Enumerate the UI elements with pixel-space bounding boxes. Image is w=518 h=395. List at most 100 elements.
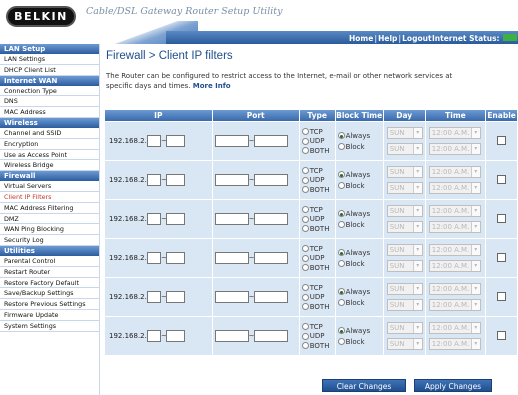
sidebar-item-dhcp-client-list[interactable]: DHCP Client List xyxy=(0,65,99,76)
sidebar-item-mac-address[interactable]: MAC Address xyxy=(0,107,99,118)
ip-end-input[interactable] xyxy=(166,135,185,147)
more-info-link[interactable]: More Info xyxy=(193,82,231,90)
type-option-tcp[interactable]: TCP xyxy=(301,205,335,215)
chevron-down-icon[interactable]: ▾ xyxy=(470,206,480,216)
time-start-select[interactable]: 12:00 A.M. ▾ xyxy=(428,283,481,295)
chevron-down-icon[interactable]: ▾ xyxy=(470,261,480,271)
day-start-select[interactable]: SUN ▾ xyxy=(386,205,423,217)
chevron-down-icon[interactable]: ▾ xyxy=(412,245,422,255)
block-option-block[interactable]: Block xyxy=(337,258,383,269)
enable-checkbox[interactable] xyxy=(497,330,507,340)
time-start-select[interactable]: 12:00 A.M. ▾ xyxy=(428,127,481,139)
radio-icon[interactable] xyxy=(301,176,309,184)
chevron-down-icon[interactable]: ▾ xyxy=(470,245,480,255)
ip-start-input[interactable] xyxy=(147,135,161,147)
block-option-block[interactable]: Block xyxy=(337,180,383,191)
radio-icon[interactable] xyxy=(301,245,309,252)
sidebar-item-system-settings[interactable]: System Settings xyxy=(0,321,99,332)
sidebar-item-save-backup-settings[interactable]: Save/Backup Settings xyxy=(0,288,99,300)
radio-icon[interactable] xyxy=(337,221,345,228)
apply-changes-button[interactable]: Apply Changes xyxy=(414,379,492,392)
port-end-input[interactable] xyxy=(253,174,288,186)
day-end-select[interactable]: SUN ▾ xyxy=(386,182,423,194)
ip-start-input[interactable] xyxy=(147,174,161,186)
sidebar-item-restart-router[interactable]: Restart Router xyxy=(0,267,99,278)
chevron-down-icon[interactable]: ▾ xyxy=(412,284,422,294)
sidebar-item-wan-ping-blocking[interactable]: WAN Ping Blocking xyxy=(0,224,99,236)
radio-icon[interactable] xyxy=(301,167,309,174)
sidebar-item-connection-type[interactable]: Connection Type xyxy=(0,86,99,97)
type-option-both[interactable]: BOTH xyxy=(301,185,335,195)
radio-icon[interactable] xyxy=(301,332,309,340)
block-option-block[interactable]: Block xyxy=(337,336,383,347)
radio-icon[interactable] xyxy=(337,299,345,306)
radio-icon[interactable] xyxy=(301,137,309,145)
block-option-block[interactable]: Block xyxy=(337,141,383,152)
radio-icon[interactable] xyxy=(301,254,309,262)
sidebar-item-security-log[interactable]: Security Log xyxy=(0,235,99,246)
block-option-always[interactable]: Always xyxy=(337,208,383,219)
radio-icon[interactable] xyxy=(301,264,309,271)
type-option-udp[interactable]: UDP xyxy=(301,292,335,302)
block-option-always[interactable]: Always xyxy=(337,286,383,297)
day-end-select[interactable]: SUN ▾ xyxy=(386,221,423,233)
ip-end-input[interactable] xyxy=(166,252,185,264)
time-end-select[interactable]: 12:00 A.M. ▾ xyxy=(428,143,481,155)
sidebar-item-firmware-update[interactable]: Firmware Update xyxy=(0,310,99,321)
port-start-input[interactable] xyxy=(214,213,249,225)
chevron-down-icon[interactable]: ▾ xyxy=(470,167,480,177)
sidebar-item-mac-address-filtering[interactable]: MAC Address Filtering xyxy=(0,203,99,214)
radio-icon[interactable] xyxy=(337,260,345,267)
sidebar-item-dmz[interactable]: DMZ xyxy=(0,214,99,225)
sidebar-item-restore-previous-settings[interactable]: Restore Previous Settings xyxy=(0,299,99,310)
chevron-down-icon[interactable]: ▾ xyxy=(470,183,480,193)
radio-icon[interactable] xyxy=(301,128,309,135)
chevron-down-icon[interactable]: ▾ xyxy=(412,300,422,310)
clear-changes-button[interactable]: Clear Changes xyxy=(322,379,406,392)
time-end-select[interactable]: 12:00 A.M. ▾ xyxy=(428,221,481,233)
block-option-block[interactable]: Block xyxy=(337,297,383,308)
type-option-both[interactable]: BOTH xyxy=(301,341,335,351)
chevron-down-icon[interactable]: ▾ xyxy=(412,144,422,154)
ip-end-input[interactable] xyxy=(166,291,185,303)
sidebar-item-use-as-access-point[interactable]: Use as Access Point xyxy=(0,150,99,161)
ip-end-input[interactable] xyxy=(166,174,185,186)
type-option-both[interactable]: BOTH xyxy=(301,146,335,156)
chevron-down-icon[interactable]: ▾ xyxy=(470,339,480,349)
nav-logout-link[interactable]: Logout xyxy=(402,34,431,43)
sidebar-item-encryption[interactable]: Encryption xyxy=(0,139,99,150)
ip-end-input[interactable] xyxy=(166,330,185,342)
port-start-input[interactable] xyxy=(214,330,249,342)
port-end-input[interactable] xyxy=(253,135,288,147)
radio-icon[interactable] xyxy=(301,186,309,193)
radio-icon[interactable] xyxy=(301,206,309,213)
time-start-select[interactable]: 12:00 A.M. ▾ xyxy=(428,205,481,217)
block-option-always[interactable]: Always xyxy=(337,325,383,336)
sidebar-item-virtual-servers[interactable]: Virtual Servers xyxy=(0,181,99,192)
type-option-udp[interactable]: UDP xyxy=(301,136,335,146)
port-start-input[interactable] xyxy=(214,291,249,303)
radio-icon[interactable] xyxy=(337,182,345,189)
chevron-down-icon[interactable]: ▾ xyxy=(412,128,422,138)
type-option-udp[interactable]: UDP xyxy=(301,331,335,341)
chevron-down-icon[interactable]: ▾ xyxy=(412,183,422,193)
radio-icon[interactable] xyxy=(301,303,309,310)
ip-start-input[interactable] xyxy=(147,213,161,225)
day-start-select[interactable]: SUN ▾ xyxy=(386,166,423,178)
enable-checkbox[interactable] xyxy=(497,135,507,145)
block-option-always[interactable]: Always xyxy=(337,169,383,180)
chevron-down-icon[interactable]: ▾ xyxy=(412,261,422,271)
radio-icon[interactable] xyxy=(337,210,345,217)
block-option-block[interactable]: Block xyxy=(337,219,383,230)
chevron-down-icon[interactable]: ▾ xyxy=(470,144,480,154)
enable-checkbox[interactable] xyxy=(497,213,507,223)
sidebar-item-lan-settings[interactable]: LAN Settings xyxy=(0,54,99,65)
radio-icon[interactable] xyxy=(301,342,309,349)
sidebar-item-parental-control[interactable]: Parental Control xyxy=(0,256,99,267)
type-option-tcp[interactable]: TCP xyxy=(301,127,335,137)
day-end-select[interactable]: SUN ▾ xyxy=(386,299,423,311)
chevron-down-icon[interactable]: ▾ xyxy=(412,339,422,349)
chevron-down-icon[interactable]: ▾ xyxy=(412,222,422,232)
chevron-down-icon[interactable]: ▾ xyxy=(412,206,422,216)
type-option-both[interactable]: BOTH xyxy=(301,263,335,273)
